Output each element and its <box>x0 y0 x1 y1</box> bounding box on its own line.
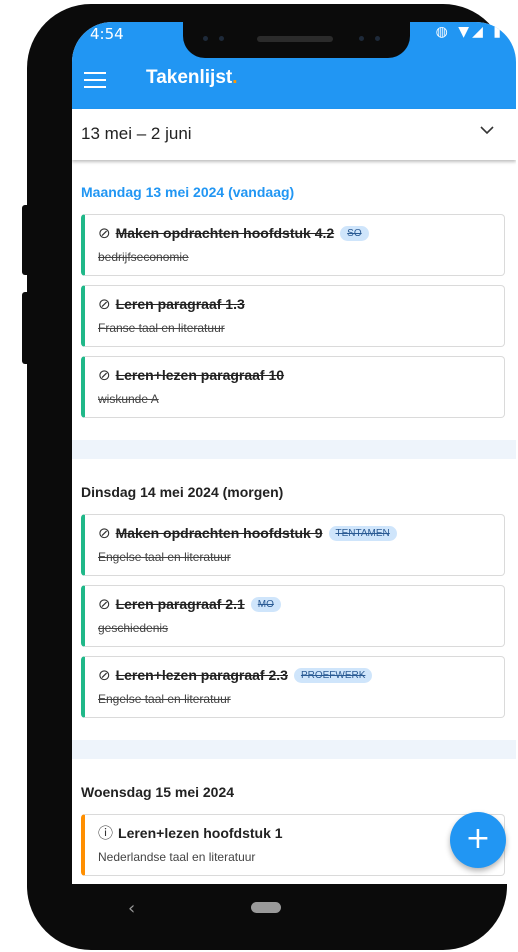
check-circle-icon: ⊘ <box>98 223 111 242</box>
exclamation-circle-icon: ⓘ <box>98 823 114 842</box>
date-range-selector[interactable]: 13 mei – 2 juni <box>72 109 516 160</box>
task-subject: Engelse taal en literatuur <box>98 550 231 564</box>
task-card[interactable]: ⓘ Leren+lezen hoofdstuk 1 Nederlandse ta… <box>81 814 505 876</box>
check-circle-icon: ⊘ <box>98 523 111 542</box>
task-card[interactable]: ⊘ Maken opdrachten hoofdstuk 9 TENTAMEN … <box>81 514 505 576</box>
date-range-label: 13 mei – 2 juni <box>81 124 192 143</box>
status-time: 4:54 <box>90 25 124 43</box>
day-header: Maandag 13 mei 2024 (vandaag) <box>81 184 295 200</box>
app-title-text: Takenlijst <box>146 67 233 88</box>
task-card[interactable]: ⊘ Leren paragraaf 2.1 MO geschiedenis <box>81 585 505 647</box>
task-tag: TENTAMEN <box>328 525 397 541</box>
task-card[interactable]: ⊘ Leren paragraaf 1.3 Franse taal en lit… <box>81 285 505 347</box>
menu-icon[interactable] <box>84 72 106 88</box>
app-title: Takenlijst. <box>146 67 238 89</box>
task-title: Leren paragraaf 1.3 <box>115 296 245 312</box>
task-title: Leren+lezen hoofdstuk 1 <box>118 825 283 841</box>
task-subject: geschiedenis <box>98 621 169 635</box>
check-circle-icon: ⊘ <box>98 594 111 613</box>
check-circle-icon: ⊘ <box>98 665 111 684</box>
task-title: Leren+lezen paragraaf 2.3 <box>115 667 288 683</box>
home-nav-pill[interactable] <box>251 902 281 913</box>
sensor-dot <box>375 36 380 41</box>
section-divider <box>72 440 516 459</box>
task-subject: wiskunde A <box>98 392 159 406</box>
app-title-accent: . <box>232 67 238 88</box>
task-tag: SO <box>340 225 369 241</box>
section-divider <box>72 740 516 759</box>
camera-notch <box>183 22 410 58</box>
check-circle-icon: ⊘ <box>98 294 111 313</box>
task-title: Maken opdrachten hoofdstuk 9 <box>115 525 323 541</box>
task-subject: Franse taal en literatuur <box>98 321 225 335</box>
sensor-dot <box>203 36 208 41</box>
phone-frame: 4:54 ◍ ▼◢ ▮ Takenlijst. 13 mei – 2 juni <box>27 4 516 950</box>
back-nav-icon[interactable]: ‹ <box>128 898 135 919</box>
task-card[interactable]: ⊘ Leren+lezen paragraaf 2.3 PROEFWERK En… <box>81 656 505 718</box>
day-header: Dinsdag 14 mei 2024 (morgen) <box>81 484 284 500</box>
day-header: Woensdag 15 mei 2024 <box>81 784 235 800</box>
task-card[interactable]: ⊘ Maken opdrachten hoofdstuk 4.2 SO bedr… <box>81 214 505 276</box>
screen: 4:54 ◍ ▼◢ ▮ Takenlijst. 13 mei – 2 juni <box>72 22 516 884</box>
task-tag: PROEFWERK <box>293 667 373 683</box>
earpiece-speaker <box>257 36 333 42</box>
task-card[interactable]: ⊘ Leren+lezen paragraaf 10 wiskunde A <box>81 356 505 418</box>
sensor-dot <box>359 36 364 41</box>
task-list: Maandag 13 mei 2024 (vandaag) ⊘ Maken op… <box>72 160 516 884</box>
sensor-dot <box>219 36 224 41</box>
task-tag: MO <box>250 596 281 612</box>
add-task-button[interactable]: + <box>450 812 506 868</box>
app-bar: 4:54 ◍ ▼◢ ▮ Takenlijst. <box>72 22 516 109</box>
task-subject: Engelse taal en literatuur <box>98 692 231 706</box>
chevron-down-icon[interactable] <box>480 123 494 137</box>
task-title: Leren+lezen paragraaf 10 <box>115 367 285 383</box>
task-title: Leren paragraaf 2.1 <box>115 596 245 612</box>
task-subject: Nederlandse taal en literatuur <box>98 850 256 864</box>
task-subject: bedrijfseconomie <box>98 250 189 264</box>
task-title: Maken opdrachten hoofdstuk 4.2 <box>115 225 335 241</box>
check-circle-icon: ⊘ <box>98 365 111 384</box>
status-icons: ◍ ▼◢ ▮ <box>435 24 504 40</box>
